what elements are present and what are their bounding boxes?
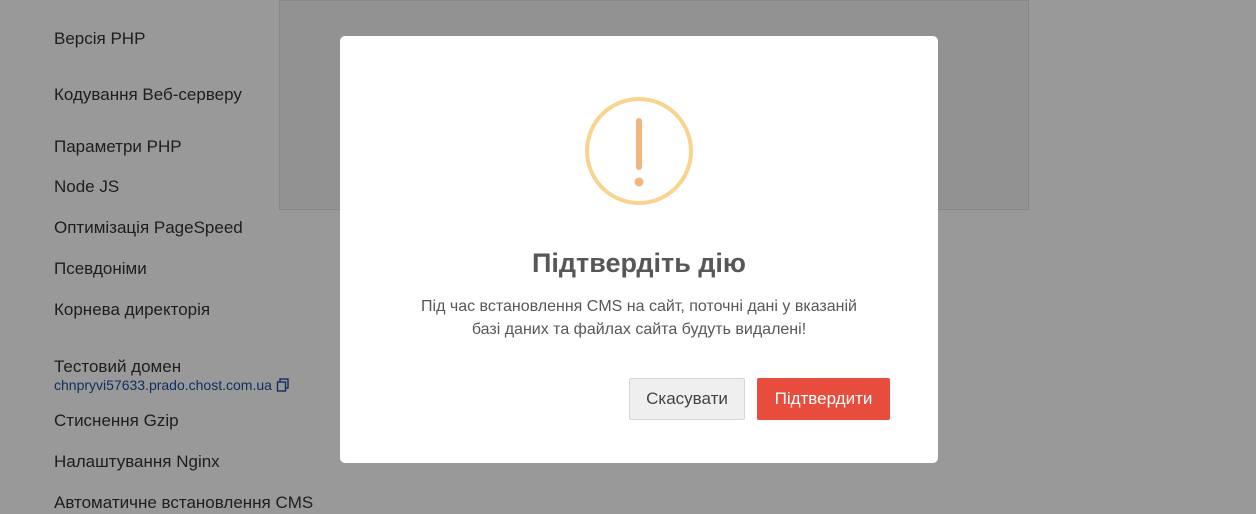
dialog-title: Підтвердіть дію xyxy=(531,248,746,278)
cancel-button[interactable]: Скасувати xyxy=(629,378,745,420)
dialog-message-line-1: Під час встановлення CMS на сайт, поточн… xyxy=(421,298,857,315)
dialog-message: Під час встановлення CMS на сайт, поточн… xyxy=(380,295,898,341)
dialog-message-line-2: базі даних та файлах сайта будуть видале… xyxy=(471,321,807,338)
confirm-dialog: Підтвердіть дію Під час встановлення CMS… xyxy=(340,36,938,463)
confirm-button[interactable]: Підтвердити xyxy=(757,378,890,420)
exclamation-circle-icon xyxy=(584,96,694,206)
